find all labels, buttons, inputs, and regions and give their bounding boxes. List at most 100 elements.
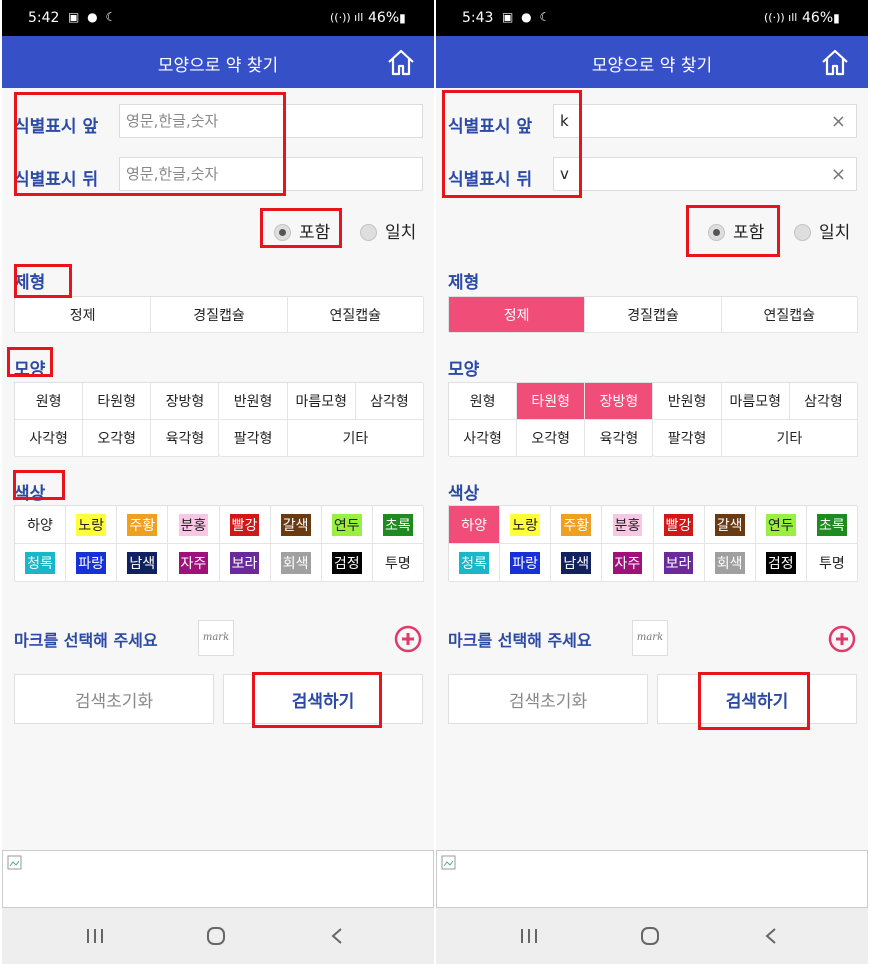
home-icon[interactable] bbox=[820, 47, 850, 77]
home-icon[interactable] bbox=[386, 47, 416, 77]
radio-exact[interactable]: 일치 bbox=[794, 218, 850, 243]
plus-circle-icon[interactable] bbox=[828, 625, 856, 653]
shape-option[interactable]: 팔각형 bbox=[653, 420, 722, 457]
reset-button[interactable]: 검색초기화 bbox=[448, 674, 648, 724]
color-option[interactable]: 회색 bbox=[704, 544, 756, 582]
back-icon[interactable] bbox=[764, 927, 778, 945]
color-option[interactable]: 주황 bbox=[117, 506, 169, 544]
color-swatch: 빨강 bbox=[663, 513, 694, 536]
color-option[interactable]: 회색 bbox=[270, 544, 322, 582]
form-option[interactable]: 경질캡슐 bbox=[151, 297, 288, 333]
shape-option[interactable]: 반원형 bbox=[219, 383, 288, 420]
color-swatch: 자주 bbox=[612, 551, 643, 574]
shape-option[interactable]: 마름모형 bbox=[721, 383, 790, 420]
color-swatch: 갈색 bbox=[280, 513, 311, 536]
front-id-field[interactable]: × bbox=[553, 104, 857, 138]
shape-option[interactable]: 사각형 bbox=[449, 420, 518, 457]
shape-option[interactable]: 삼각형 bbox=[789, 383, 858, 420]
shape-option[interactable]: 팔각형 bbox=[219, 420, 288, 457]
color-option[interactable]: 연두 bbox=[321, 506, 373, 544]
shape-option[interactable]: 기타 bbox=[721, 420, 858, 457]
color-option[interactable]: 보라 bbox=[219, 544, 271, 582]
shape-option[interactable]: 원형 bbox=[449, 383, 518, 420]
color-option[interactable]: 청록 bbox=[449, 544, 501, 582]
recent-apps-icon[interactable] bbox=[86, 928, 104, 944]
broken-image-icon bbox=[441, 855, 456, 870]
ad-banner[interactable] bbox=[436, 850, 868, 908]
section-color-title: 색상 bbox=[448, 484, 480, 504]
color-option[interactable]: 빨강 bbox=[653, 506, 705, 544]
home-button-icon[interactable] bbox=[640, 927, 660, 945]
shape-option[interactable]: 타원형 bbox=[517, 383, 586, 420]
shape-option[interactable]: 삼각형 bbox=[355, 383, 424, 420]
color-option[interactable]: 남색 bbox=[117, 544, 169, 582]
recent-apps-icon[interactable] bbox=[520, 928, 538, 944]
form-option[interactable]: 정제 bbox=[449, 297, 586, 333]
color-option[interactable]: 빨강 bbox=[219, 506, 271, 544]
shape-option[interactable]: 오각형 bbox=[517, 420, 586, 457]
color-option[interactable]: 노랑 bbox=[500, 506, 552, 544]
shape-option[interactable]: 오각형 bbox=[83, 420, 152, 457]
color-option[interactable]: 하양 bbox=[15, 506, 67, 544]
color-option[interactable]: 투명 bbox=[372, 544, 424, 582]
mark-selector[interactable]: mark bbox=[198, 620, 234, 656]
color-option[interactable]: 분홍 bbox=[602, 506, 654, 544]
form-option[interactable]: 연질캡슐 bbox=[721, 297, 858, 333]
color-option[interactable]: 주황 bbox=[551, 506, 603, 544]
shape-option[interactable]: 육각형 bbox=[151, 420, 220, 457]
color-option[interactable]: 청록 bbox=[15, 544, 67, 582]
color-option[interactable]: 연두 bbox=[755, 506, 807, 544]
status-bar: 5:43 ▣ ● ☾ ((·)) ıll 46%▮ bbox=[436, 0, 868, 36]
shape-option[interactable]: 장방형 bbox=[151, 383, 220, 420]
shape-option[interactable]: 장방형 bbox=[585, 383, 654, 420]
plus-circle-icon[interactable] bbox=[394, 625, 422, 653]
page-title: 모양으로 약 찾기 bbox=[591, 56, 713, 76]
color-option[interactable]: 파랑 bbox=[66, 544, 118, 582]
form-option[interactable]: 경질캡슐 bbox=[585, 297, 722, 333]
shape-option[interactable]: 원형 bbox=[15, 383, 84, 420]
color-option[interactable]: 분홍 bbox=[168, 506, 220, 544]
mark-selector[interactable]: mark bbox=[632, 620, 668, 656]
color-option[interactable]: 보라 bbox=[653, 544, 705, 582]
back-id-input[interactable] bbox=[554, 158, 816, 190]
notification-icons: ▣ ● ☾ bbox=[502, 10, 553, 24]
color-swatch: 남색 bbox=[561, 551, 592, 574]
back-id-field[interactable]: × bbox=[553, 157, 857, 191]
radio-exact[interactable]: 일치 bbox=[360, 218, 416, 243]
color-option[interactable]: 남색 bbox=[551, 544, 603, 582]
mark-prompt: 마크를 선택해 주세요 bbox=[448, 631, 592, 650]
form-option[interactable]: 정제 bbox=[15, 297, 152, 333]
front-id-input[interactable] bbox=[554, 105, 816, 137]
color-option[interactable]: 검정 bbox=[321, 544, 373, 582]
color-swatch: 노랑 bbox=[76, 513, 107, 536]
shape-option[interactable]: 사각형 bbox=[15, 420, 84, 457]
clear-icon[interactable]: × bbox=[831, 164, 846, 185]
shape-option[interactable]: 타원형 bbox=[83, 383, 152, 420]
reset-button[interactable]: 검색초기화 bbox=[14, 674, 214, 724]
home-button-icon[interactable] bbox=[206, 927, 226, 945]
color-option[interactable]: 갈색 bbox=[270, 506, 322, 544]
color-option[interactable]: 자주 bbox=[602, 544, 654, 582]
color-option[interactable]: 초록 bbox=[806, 506, 858, 544]
shape-option[interactable]: 반원형 bbox=[653, 383, 722, 420]
color-option[interactable]: 검정 bbox=[755, 544, 807, 582]
color-option[interactable]: 노랑 bbox=[66, 506, 118, 544]
shape-option[interactable]: 육각형 bbox=[585, 420, 654, 457]
color-option[interactable]: 갈색 bbox=[704, 506, 756, 544]
back-icon[interactable] bbox=[330, 927, 344, 945]
color-option[interactable]: 투명 bbox=[806, 544, 858, 582]
radio-off-icon bbox=[794, 224, 811, 241]
highlight-box bbox=[14, 264, 72, 298]
clear-icon[interactable]: × bbox=[831, 111, 846, 132]
form-option[interactable]: 연질캡슐 bbox=[287, 297, 424, 333]
shape-option[interactable]: 마름모형 bbox=[287, 383, 356, 420]
color-option[interactable]: 자주 bbox=[168, 544, 220, 582]
shape-option[interactable]: 기타 bbox=[287, 420, 424, 457]
color-swatch: 연두 bbox=[331, 513, 362, 536]
battery-icon: ▮ bbox=[399, 11, 406, 25]
color-option[interactable]: 하양 bbox=[449, 506, 501, 544]
ad-banner[interactable] bbox=[2, 850, 434, 908]
color-option[interactable]: 파랑 bbox=[500, 544, 552, 582]
battery-level: 46%▮ bbox=[802, 10, 840, 26]
color-option[interactable]: 초록 bbox=[372, 506, 424, 544]
